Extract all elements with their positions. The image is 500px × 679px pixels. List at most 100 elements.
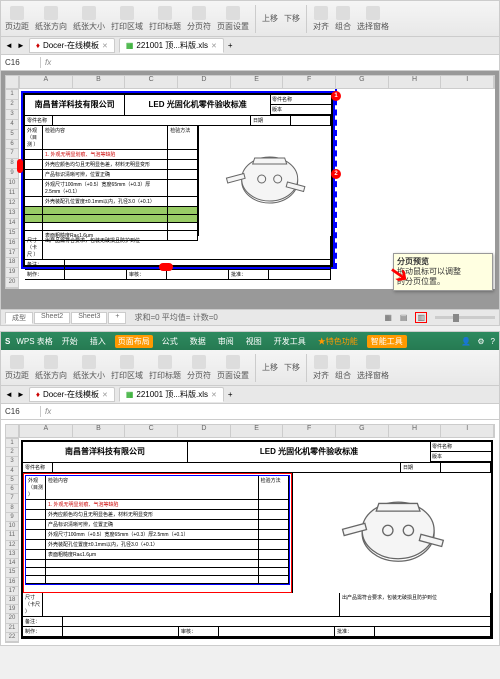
menu-data[interactable]: 数据 [187, 335, 209, 348]
menu-pagelayout[interactable]: 页面布局 [115, 335, 153, 348]
close-icon[interactable]: ✕ [102, 391, 108, 399]
document-tabs: ◄ ► ♦Docer-在线模板✕ ▦221001 顶...料版.xls✕ + [1, 37, 499, 55]
column-headers[interactable]: ABCDEFGHI [19, 75, 495, 89]
marker-bottom [159, 263, 173, 271]
part-drawing-2 [306, 488, 477, 578]
view-normal-icon[interactable]: ▦ [384, 313, 392, 322]
ribbon-down-2[interactable]: 下移 [284, 362, 300, 373]
document-table-2: 南昌普洋科技有限公司 LED 光固化机零件验收标准 零件名称 版本 零件名称日期… [21, 440, 493, 639]
doc-title-2: LED 光固化机零件验收标准 [188, 442, 431, 462]
formula-bar: C16 fx [1, 55, 499, 71]
view-layout-icon[interactable]: ▤ [400, 313, 408, 322]
ribbon-pane-2[interactable]: 选择窗格 [357, 355, 389, 381]
user-icon[interactable]: 👤 [461, 337, 471, 346]
column-headers-2[interactable]: ABCDEFGHI [19, 424, 495, 438]
select-all-corner-2[interactable] [5, 424, 19, 438]
tab-file-2[interactable]: ▦221001 顶...料版.xls✕ [119, 387, 224, 402]
page-break-vertical[interactable] [335, 89, 337, 269]
add-tab-icon[interactable]: + [228, 390, 233, 399]
doc-meta-2: 零件名称 版本 [431, 442, 491, 462]
ribbon-align-2[interactable]: 对齐 [313, 355, 329, 381]
pane-before: 页边距 纸张方向 纸张大小 打印区域 打印标题 分页符 页面设置 上移 下移 对… [0, 0, 500, 326]
ribbon-margins[interactable]: 页边距 [5, 6, 29, 32]
ribbon-toolbar: 页边距 纸张方向 纸张大小 打印区域 打印标题 分页符 页面设置 上移 下移 对… [1, 1, 499, 37]
wps-logo: S [5, 337, 10, 346]
ribbon-align[interactable]: 对齐 [313, 6, 329, 32]
ribbon-size-2[interactable]: 纸张大小 [73, 355, 105, 381]
sheet-tab-3[interactable]: Sheet3 [71, 312, 107, 324]
company-name-2: 南昌普洋科技有限公司 [23, 442, 188, 462]
menu-insert[interactable]: 插入 [87, 335, 109, 348]
marker-left [17, 159, 23, 173]
ribbon-page-setup-2[interactable]: 页面设置 [217, 355, 249, 381]
ribbon-pane[interactable]: 选择窗格 [357, 6, 389, 32]
sheet-tab-1[interactable]: 成型 [5, 312, 33, 324]
ribbon-toolbar-2: 页边距 纸张方向 纸张大小 打印区域 打印标题 分页符 页面设置 上移 下移 对… [1, 350, 499, 386]
ribbon-group-2[interactable]: 组合 [335, 355, 351, 381]
add-tab-icon[interactable]: + [228, 41, 233, 50]
sheet-tabs: 成型 Sheet2 Sheet3 + [5, 312, 126, 324]
menu-smart[interactable]: 智能工具 [367, 335, 407, 348]
ribbon-orientation[interactable]: 纸张方向 [35, 6, 67, 32]
nav-fwd-icon[interactable]: ► [17, 390, 25, 399]
doc-title: LED 光固化机零件验收标准 [125, 95, 271, 115]
ribbon-print-area-2[interactable]: 打印区域 [111, 355, 143, 381]
ribbon-down[interactable]: 下移 [284, 13, 300, 24]
document-table: 南昌普洋科技有限公司 LED 光固化机零件验收标准 零件名称 版本 零件名称日期… [23, 93, 333, 267]
nav-back-icon[interactable]: ◄ [5, 41, 13, 50]
ribbon-breaks[interactable]: 分页符 [187, 6, 211, 32]
ribbon-group[interactable]: 组合 [335, 6, 351, 32]
menu-special[interactable]: ★特色功能 [315, 335, 361, 348]
select-all-corner[interactable] [5, 75, 19, 89]
menu-formula[interactable]: 公式 [159, 335, 181, 348]
ribbon-print-titles-2[interactable]: 打印标题 [149, 355, 181, 381]
ribbon-up-2[interactable]: 上移 [262, 362, 278, 373]
ribbon-margins-2[interactable]: 页边距 [5, 355, 29, 381]
status-bar: 成型 Sheet2 Sheet3 + 求和=0 平均值= 计数=0 ▦ ▤ ▥ [1, 309, 499, 325]
worksheet-canvas[interactable]: ABCDEFGHI 123456789101112131415161718192… [1, 71, 499, 309]
cell-reference-2[interactable]: C16 [1, 406, 41, 417]
company-name: 南昌普洋科技有限公司 [25, 95, 125, 115]
wps-brand: WPS 表格 [16, 336, 52, 347]
menu-start[interactable]: 开始 [59, 335, 81, 348]
close-icon[interactable]: ✕ [102, 42, 108, 50]
fx-label-2[interactable]: fx [41, 406, 55, 417]
ribbon-print-titles[interactable]: 打印标题 [149, 6, 181, 32]
zoom-slider[interactable] [435, 316, 495, 319]
ribbon-orientation-2[interactable]: 纸张方向 [35, 355, 67, 381]
tab-docer-2[interactable]: ♦Docer-在线模板✕ [29, 387, 115, 402]
close-icon[interactable]: ✕ [211, 42, 217, 50]
view-break-icon[interactable]: ▥ [415, 312, 427, 323]
fx-label[interactable]: fx [41, 57, 55, 68]
close-icon[interactable]: ✕ [211, 391, 217, 399]
nav-back-icon[interactable]: ◄ [5, 390, 13, 399]
sheet-tab-add[interactable]: + [108, 312, 126, 324]
ribbon-up[interactable]: 上移 [262, 13, 278, 24]
highlighted-region: 外观 （目测 ）检验内容检验方法 1. 外观无明显划痕、气泡等缺陷 外壳应颜色均… [23, 473, 292, 593]
marker-1: 1 [331, 91, 341, 101]
status-text: 求和=0 平均值= 计数=0 [134, 312, 217, 323]
tab-docer[interactable]: ♦Docer-在线模板✕ [29, 38, 115, 53]
wps-titlebar: S WPS 表格 开始 插入 页面布局 公式 数据 审阅 视图 开发工具 ★特色… [1, 332, 499, 350]
ribbon-size[interactable]: 纸张大小 [73, 6, 105, 32]
ribbon-print-area[interactable]: 打印区域 [111, 6, 143, 32]
cell-reference[interactable]: C16 [1, 57, 41, 68]
formula-bar-2: C16 fx [1, 404, 499, 420]
part-drawing [209, 146, 320, 216]
ribbon-page-setup[interactable]: 页面设置 [217, 6, 249, 32]
tab-file[interactable]: ▦221001 顶...料版.xls✕ [119, 38, 224, 53]
menu-dev[interactable]: 开发工具 [271, 335, 309, 348]
sheet-tab-2[interactable]: Sheet2 [34, 312, 70, 324]
ribbon-breaks-2[interactable]: 分页符 [187, 355, 211, 381]
doc-meta: 零件名称 版本 [271, 95, 331, 115]
row-headers[interactable]: 1234567891011121314151617181920 [5, 89, 19, 289]
worksheet-canvas-2[interactable]: ABCDEFGHI 123456789101112131415161718192… [1, 420, 499, 645]
help-icon[interactable]: ? [491, 337, 495, 346]
menu-review[interactable]: 审阅 [215, 335, 237, 348]
document-tabs-2: ◄ ► ♦Docer-在线模板✕ ▦221001 顶...料版.xls✕ + [1, 386, 499, 404]
settings-icon[interactable]: ⚙ [477, 337, 484, 346]
menu-view[interactable]: 视图 [243, 335, 265, 348]
nav-fwd-icon[interactable]: ► [17, 41, 25, 50]
marker-2: 2 [331, 169, 341, 179]
row-headers-2[interactable]: 12345678910111213141516171819202122 [5, 438, 19, 643]
